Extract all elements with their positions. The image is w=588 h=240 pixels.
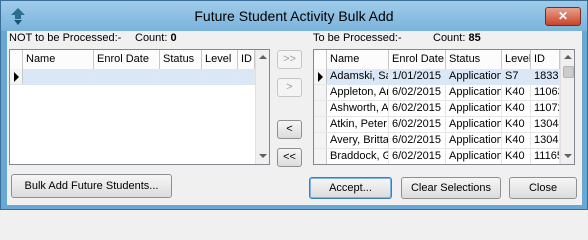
table-row[interactable] <box>10 69 255 85</box>
dialog-body: NOT to be Processed:- Count: 0 To be Pro… <box>7 31 582 205</box>
cell-enrol-date[interactable]: 6/02/2015 <box>389 133 446 149</box>
table-cell[interactable] <box>94 69 160 85</box>
cell-level[interactable]: K40 <box>502 101 531 117</box>
column-header-status[interactable]: Status <box>160 50 202 69</box>
row-indicator <box>314 133 327 148</box>
window-close-button[interactable]: ✕ <box>545 7 581 26</box>
cell-enrol-date[interactable]: 6/02/2015 <box>389 117 446 133</box>
bulk-add-future-students-button[interactable]: Bulk Add Future Students... <box>11 174 172 198</box>
scrollbar-thumb[interactable] <box>563 66 574 78</box>
title-bar[interactable]: Future Student Activity Bulk Add ✕ <box>1 1 587 31</box>
grid-header: Name Enrol Date Status Level ID <box>10 50 255 69</box>
cell-status[interactable]: Application <box>446 101 502 117</box>
row-header-corner <box>314 50 327 69</box>
cell-name[interactable]: Atkin, Peter <box>327 117 389 133</box>
clear-selections-button[interactable]: Clear Selections <box>401 177 501 199</box>
table-cell[interactable] <box>202 69 238 85</box>
scroll-down-icon[interactable] <box>564 154 572 158</box>
grid-body: Adamski, Sa1/01/2015ApplicationS718339Ap… <box>314 69 560 164</box>
count-value: 85 <box>468 32 481 44</box>
cell-name[interactable]: Adamski, Sa <box>327 69 389 85</box>
cell-level[interactable]: K40 <box>502 117 531 133</box>
cell-id[interactable]: 11072 <box>531 101 560 117</box>
column-header-level[interactable]: Level <box>202 50 238 69</box>
cell-level[interactable]: K40 <box>502 85 531 101</box>
cell-id[interactable]: 11165 <box>531 149 560 164</box>
table-row[interactable]: Braddock, G6/02/2015ApplicationK4011165 <box>314 149 560 164</box>
column-header-name[interactable]: Name <box>327 50 389 69</box>
cell-name[interactable]: Avery, Britta <box>327 133 389 149</box>
row-indicator <box>314 101 327 116</box>
scroll-up-icon[interactable] <box>564 55 572 59</box>
cell-enrol-date[interactable]: 1/01/2015 <box>389 69 446 85</box>
cell-id[interactable]: 18339 <box>531 69 560 85</box>
cell-name[interactable]: Ashworth, A <box>327 101 389 117</box>
row-indicator <box>314 69 327 84</box>
vertical-scrollbar[interactable] <box>560 50 574 164</box>
cell-enrol-date[interactable]: 6/02/2015 <box>389 85 446 101</box>
cell-level[interactable]: K40 <box>502 133 531 149</box>
cell-enrol-date[interactable]: 6/02/2015 <box>389 149 446 164</box>
not-processed-grid[interactable]: Name Enrol Date Status Level ID <box>9 49 270 165</box>
cell-id[interactable]: 13046 <box>531 133 560 149</box>
column-header-id[interactable]: ID <box>238 50 255 69</box>
table-cell[interactable] <box>160 69 202 85</box>
count-label: Count: <box>135 32 168 44</box>
move-right-button[interactable]: > <box>277 78 302 97</box>
current-row-arrow-icon <box>318 72 323 82</box>
move-all-right-button[interactable]: >> <box>277 50 302 69</box>
cell-enrol-date[interactable]: 6/02/2015 <box>389 101 446 117</box>
close-button[interactable]: Close <box>509 177 577 199</box>
row-indicator <box>10 69 23 84</box>
column-header-level[interactable]: Level <box>502 50 531 69</box>
accept-button[interactable]: Accept... <box>309 177 392 199</box>
to-be-processed-grid[interactable]: Name Enrol Date Status Level ID Adamski,… <box>313 49 575 165</box>
scroll-down-icon[interactable] <box>259 154 267 158</box>
cell-id[interactable]: 11063 <box>531 85 560 101</box>
column-header-enrol-date[interactable]: Enrol Date <box>94 50 160 69</box>
count-value: 0 <box>170 32 177 44</box>
bulk-add-dialog: Future Student Activity Bulk Add ✕ NOT t… <box>0 0 588 210</box>
cell-status[interactable]: Application <box>446 149 502 164</box>
column-header-name[interactable]: Name <box>23 50 94 69</box>
column-header-id[interactable]: ID <box>531 50 560 69</box>
table-row[interactable]: Appleton, Ar6/02/2015ApplicationK4011063 <box>314 85 560 101</box>
table-cell[interactable] <box>238 69 255 85</box>
cell-level[interactable]: S7 <box>502 69 531 85</box>
table-row[interactable]: Avery, Britta 6/02/2015 Application K40 1304… <box>314 133 560 149</box>
to-be-processed-label: To be Processed:- <box>313 32 402 44</box>
scroll-up-icon[interactable] <box>259 55 267 59</box>
table-row[interactable]: Atkin, Peter6/02/2015ApplicationK4013044 <box>314 117 560 133</box>
cell-status[interactable]: Application <box>446 117 502 133</box>
grid-header: Name Enrol Date Status Level ID <box>314 50 560 69</box>
move-all-left-button[interactable]: << <box>277 148 302 167</box>
not-processed-label: NOT to be Processed:- <box>9 32 122 44</box>
to-be-processed-count: Count: 85 <box>433 32 481 44</box>
row-indicator <box>314 149 327 164</box>
cell-name[interactable]: Braddock, G <box>327 149 389 164</box>
not-processed-count: Count: 0 <box>135 32 177 44</box>
table-cell[interactable] <box>23 69 94 85</box>
column-header-status[interactable]: Status <box>446 50 502 69</box>
cell-status[interactable]: Application <box>446 85 502 101</box>
count-label: Count: <box>433 32 466 44</box>
cell-status[interactable]: Application <box>446 69 502 85</box>
grid-body <box>10 69 255 85</box>
row-indicator <box>314 117 327 132</box>
row-indicator <box>314 85 327 100</box>
table-row[interactable]: Adamski, Sa1/01/2015ApplicationS718339 <box>314 69 560 85</box>
column-header-enrol-date[interactable]: Enrol Date <box>389 50 446 69</box>
row-header-corner <box>10 50 23 69</box>
move-left-button[interactable]: < <box>277 120 302 139</box>
cell-level[interactable]: K40 <box>502 149 531 164</box>
cell-id[interactable]: 13044 <box>531 117 560 133</box>
current-row-arrow-icon <box>14 72 19 82</box>
vertical-scrollbar[interactable] <box>255 50 269 164</box>
cell-name[interactable]: Appleton, Ar <box>327 85 389 101</box>
cell-status[interactable]: Application <box>446 133 502 149</box>
table-row[interactable]: Ashworth, A6/02/2015ApplicationK4011072 <box>314 101 560 117</box>
window-title: Future Student Activity Bulk Add <box>194 8 394 24</box>
